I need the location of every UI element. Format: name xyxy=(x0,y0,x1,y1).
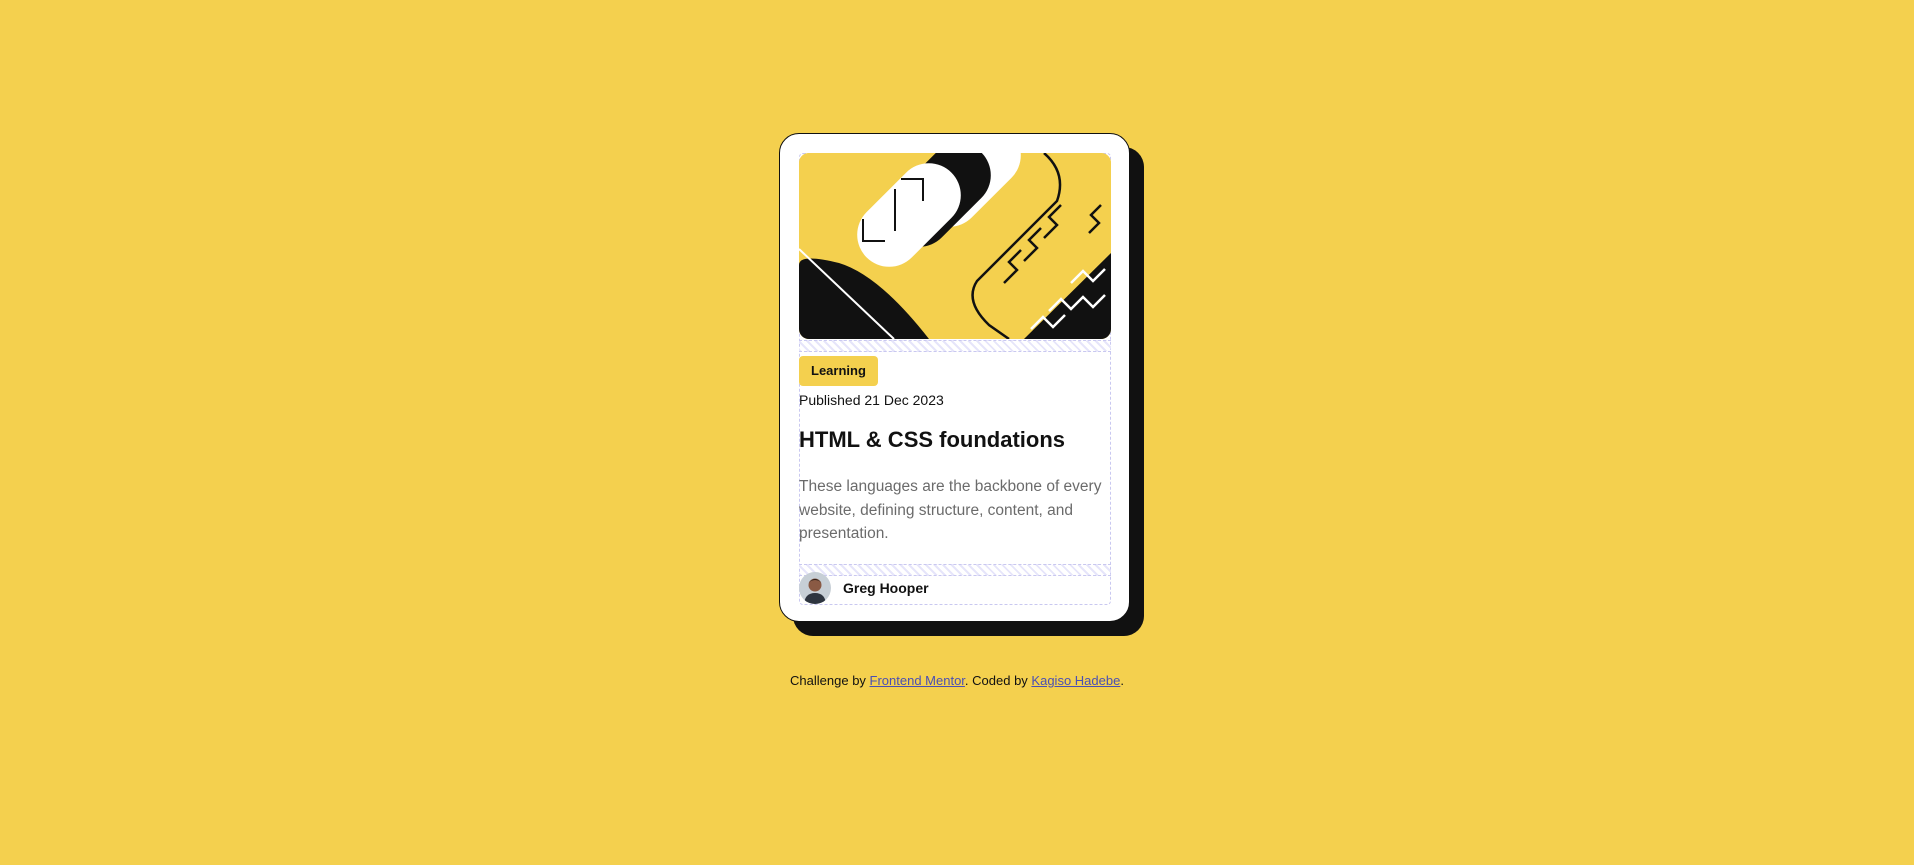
attribution: Challenge by Frontend Mentor. Coded by K… xyxy=(0,673,1914,688)
spacing-guide-top xyxy=(799,340,1111,352)
page: Learning Published 21 Dec 2023 HTML & CS… xyxy=(0,0,1914,865)
card-illustration xyxy=(799,153,1111,339)
frontend-mentor-link[interactable]: Frontend Mentor xyxy=(870,673,965,688)
card-title[interactable]: HTML & CSS foundations xyxy=(799,427,1065,453)
published-date: Published 21 Dec 2023 xyxy=(799,392,944,408)
author-name: Greg Hooper xyxy=(843,580,929,596)
coder-link[interactable]: Kagiso Hadebe xyxy=(1031,673,1120,688)
attribution-prefix: Challenge by xyxy=(790,673,870,688)
author-info: Greg Hooper xyxy=(799,572,1111,604)
card-description: These languages are the backbone of ever… xyxy=(799,478,1102,542)
category-badge: Learning xyxy=(799,356,878,386)
avatar xyxy=(799,572,831,604)
attribution-suffix: . xyxy=(1120,673,1124,688)
blog-preview-card: Learning Published 21 Dec 2023 HTML & CS… xyxy=(779,133,1130,622)
attribution-middle: . Coded by xyxy=(964,673,1032,688)
